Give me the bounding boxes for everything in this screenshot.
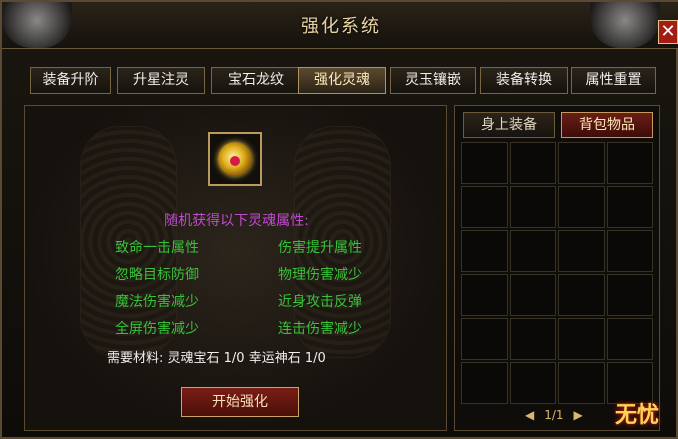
- close-icon: ✕: [660, 21, 676, 42]
- tab-jade-inlay[interactable]: 灵玉镶嵌: [390, 67, 476, 94]
- attribute-item: 近身攻击反弹: [278, 294, 362, 310]
- inventory-slot[interactable]: [558, 274, 605, 316]
- inventory-slot[interactable]: [509, 318, 556, 360]
- attribute-item: 伤害提升属性: [278, 240, 362, 256]
- tab-equip-convert[interactable]: 装备转换: [480, 67, 568, 94]
- attribute-item: 致命一击属性: [115, 240, 199, 256]
- page-indicator: 1/1: [544, 408, 564, 422]
- tab-equip-upgrade[interactable]: 装备升阶: [30, 67, 111, 94]
- dragon-ornament-icon: [590, 2, 660, 48]
- attribute-item: 全屏伤害减少: [115, 321, 199, 337]
- inventory-slot[interactable]: [461, 142, 508, 184]
- tab-gem-dragon[interactable]: 宝石龙纹: [211, 67, 301, 94]
- inventory-slot[interactable]: [606, 142, 653, 184]
- inventory-slot[interactable]: [558, 230, 605, 272]
- inventory-slot[interactable]: [461, 274, 508, 316]
- tab-star-infuse[interactable]: 升星注灵: [117, 67, 205, 94]
- inventory-slot[interactable]: [461, 186, 508, 228]
- inventory-slot[interactable]: [558, 186, 605, 228]
- inventory-slot[interactable]: [461, 230, 508, 272]
- attribute-item: 连击伤害减少: [278, 321, 362, 337]
- title-bar[interactable]: 强化系统 ✕: [2, 2, 678, 49]
- inventory-slot[interactable]: [606, 230, 653, 272]
- start-enhance-button[interactable]: 开始强化: [181, 387, 299, 417]
- inventory-slot[interactable]: [461, 318, 508, 360]
- inventory-slot[interactable]: [606, 318, 653, 360]
- game-logo: 无忧: [614, 403, 659, 428]
- dialog-window: 强化系统 ✕ 装备升阶 升星注灵 宝石龙纹 强化灵魂 灵玉镶嵌 装备转换 属性重…: [0, 0, 678, 439]
- inventory-slot[interactable]: [606, 186, 653, 228]
- inventory-panel: 身上装备 背包物品 ◀ 1/1 ▶: [454, 105, 660, 431]
- soul-gem-icon: [218, 142, 252, 176]
- equipment-slot[interactable]: [208, 132, 262, 186]
- soul-enhance-panel: 随机获得以下灵魂属性: 致命一击属性 伤害提升属性 忽略目标防御 物理伤害减少 …: [24, 105, 447, 431]
- inventory-grid: [461, 142, 653, 404]
- inventory-slot[interactable]: [558, 362, 605, 404]
- inventory-slot[interactable]: [606, 274, 653, 316]
- inventory-slot[interactable]: [509, 186, 556, 228]
- inventory-slot[interactable]: [461, 362, 508, 404]
- next-page-icon[interactable]: ▶: [574, 408, 583, 422]
- pagination: ◀ 1/1 ▶: [525, 408, 583, 422]
- attribute-item: 魔法伤害减少: [115, 294, 199, 310]
- tab-bag-items[interactable]: 背包物品: [561, 112, 653, 138]
- window-title: 强化系统: [301, 16, 381, 37]
- inventory-slot[interactable]: [509, 274, 556, 316]
- tab-equipped-items[interactable]: 身上装备: [463, 112, 555, 138]
- inventory-slot[interactable]: [509, 230, 556, 272]
- attribute-item: 忽略目标防御: [115, 267, 199, 283]
- inventory-slot[interactable]: [509, 142, 556, 184]
- tab-attr-reset[interactable]: 属性重置: [571, 67, 656, 94]
- materials-requirement: 需要材料: 灵魂宝石 1/0 幸运神石 1/0: [107, 351, 326, 366]
- tab-soul-enhance[interactable]: 强化灵魂: [298, 67, 386, 94]
- inventory-slot[interactable]: [509, 362, 556, 404]
- prev-page-icon[interactable]: ◀: [525, 408, 534, 422]
- attribute-title: 随机获得以下灵魂属性:: [164, 213, 309, 229]
- close-button[interactable]: ✕: [658, 20, 678, 44]
- inventory-slot[interactable]: [558, 142, 605, 184]
- inventory-slot[interactable]: [558, 318, 605, 360]
- attribute-item: 物理伤害减少: [278, 267, 362, 283]
